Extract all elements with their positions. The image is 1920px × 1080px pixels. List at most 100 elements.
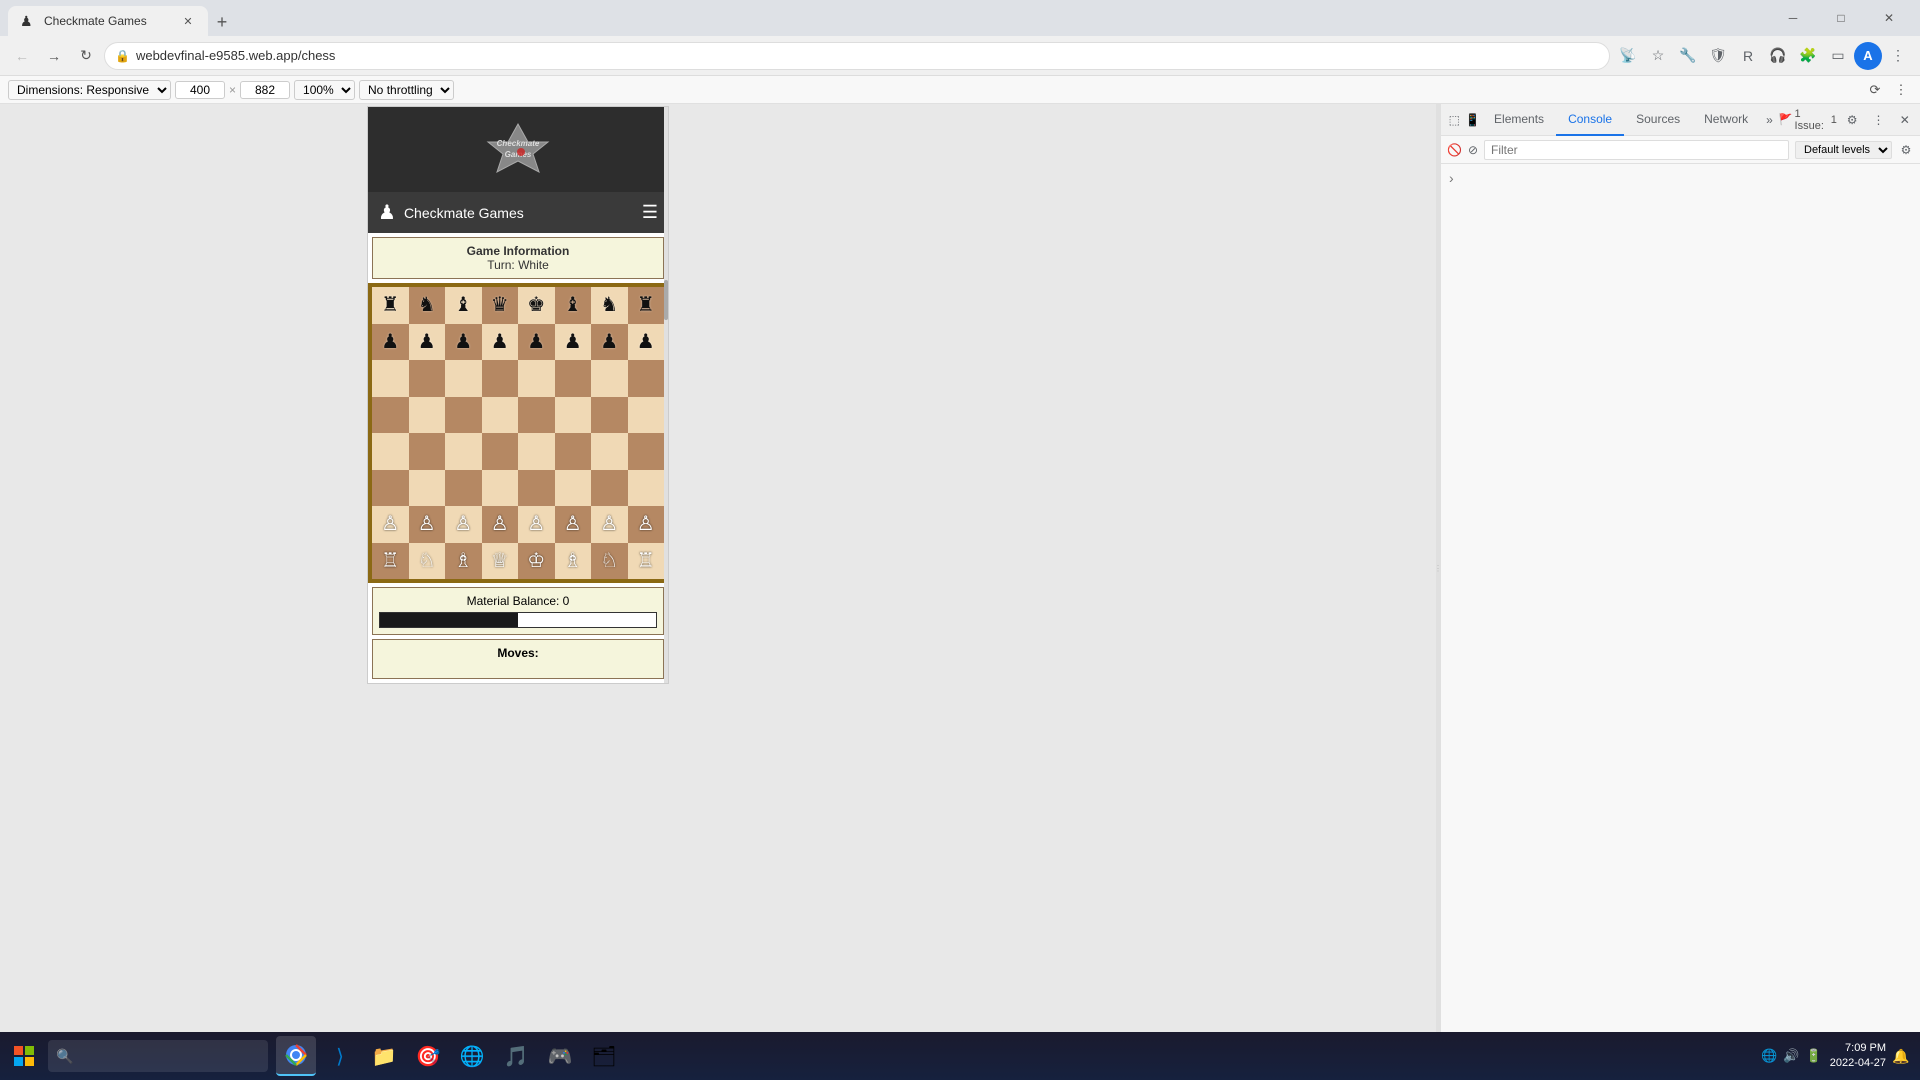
hamburger-menu[interactable]: ☰: [642, 202, 658, 223]
address-bar[interactable]: 🔒 webdevfinal-e9585.web.app/chess: [104, 42, 1610, 70]
chess-square[interactable]: [445, 433, 482, 470]
chess-square[interactable]: ♟: [628, 324, 665, 361]
device-toolbar-button[interactable]: 📱: [1464, 108, 1483, 132]
chess-square[interactable]: ♗: [555, 543, 592, 580]
clear-console-icon[interactable]: 🚫: [1447, 143, 1462, 157]
network-icon[interactable]: 🌐: [1761, 1048, 1777, 1064]
chess-square[interactable]: ♞: [409, 287, 446, 324]
chess-square[interactable]: [628, 360, 665, 397]
chess-square[interactable]: [445, 470, 482, 507]
taskbar-app4[interactable]: 🎯: [408, 1036, 448, 1076]
chess-square[interactable]: [372, 433, 409, 470]
menu-button[interactable]: ⋮: [1884, 42, 1912, 70]
mobile-scrollbar-thumb[interactable]: [664, 280, 668, 320]
chess-square[interactable]: ♕: [482, 543, 519, 580]
mobile-scrollbar[interactable]: [664, 107, 668, 683]
chess-square[interactable]: ♖: [628, 543, 665, 580]
chess-square[interactable]: ♗: [445, 543, 482, 580]
chess-square[interactable]: [555, 360, 592, 397]
chess-square[interactable]: [445, 360, 482, 397]
chess-square[interactable]: ♟: [518, 324, 555, 361]
notification-button[interactable]: 🔔: [1894, 1049, 1908, 1063]
chess-square[interactable]: ♝: [445, 287, 482, 324]
chess-square[interactable]: ♛: [482, 287, 519, 324]
chess-square[interactable]: [482, 360, 519, 397]
chess-square[interactable]: ♖: [372, 543, 409, 580]
reload-button[interactable]: ↻: [72, 42, 100, 70]
issues-gear-icon[interactable]: ⚙: [1898, 142, 1914, 158]
chess-square[interactable]: [518, 433, 555, 470]
back-button[interactable]: ←: [8, 42, 36, 70]
chess-square[interactable]: [409, 360, 446, 397]
chess-square[interactable]: [628, 470, 665, 507]
chess-square[interactable]: [591, 433, 628, 470]
height-input[interactable]: [240, 81, 290, 99]
chess-square[interactable]: [518, 360, 555, 397]
extension3-button[interactable]: R: [1734, 42, 1762, 70]
chess-square[interactable]: [628, 433, 665, 470]
width-input[interactable]: [175, 81, 225, 99]
chess-square[interactable]: ♙: [555, 506, 592, 543]
chess-square[interactable]: [555, 470, 592, 507]
chess-square[interactable]: ♘: [591, 543, 628, 580]
chess-square[interactable]: [628, 397, 665, 434]
chess-square[interactable]: ♙: [445, 506, 482, 543]
chess-square[interactable]: [518, 470, 555, 507]
dimensions-select[interactable]: Dimensions: Responsive: [8, 80, 171, 100]
tab-network[interactable]: Network: [1692, 104, 1760, 136]
extension4-button[interactable]: 🎧: [1764, 42, 1792, 70]
taskbar-chrome-app[interactable]: [276, 1036, 316, 1076]
taskbar-app5[interactable]: 🌐: [452, 1036, 492, 1076]
extensions-button[interactable]: 🧩: [1794, 42, 1822, 70]
chess-square[interactable]: [591, 360, 628, 397]
extension1-button[interactable]: 🔧: [1674, 42, 1702, 70]
zoom-select[interactable]: 100%: [294, 80, 355, 100]
chess-square[interactable]: ♚: [518, 287, 555, 324]
chess-square[interactable]: [445, 397, 482, 434]
volume-icon[interactable]: 🔊: [1783, 1048, 1799, 1064]
tab-close-button[interactable]: ✕: [180, 13, 196, 29]
default-levels-select[interactable]: Default levels: [1795, 141, 1892, 159]
close-button[interactable]: ✕: [1866, 0, 1912, 36]
battery-icon[interactable]: 🔋: [1806, 1048, 1822, 1064]
chess-square[interactable]: ♔: [518, 543, 555, 580]
more-tabs-button[interactable]: »: [1760, 113, 1779, 127]
chess-square[interactable]: [591, 470, 628, 507]
chess-board[interactable]: ♜♞♝♛♚♝♞♜♟♟♟♟♟♟♟♟♙♙♙♙♙♙♙♙♖♘♗♕♔♗♘♖: [372, 287, 664, 579]
minimize-button[interactable]: ─: [1770, 0, 1816, 36]
new-tab-button[interactable]: +: [208, 8, 236, 36]
chess-square[interactable]: ♟: [591, 324, 628, 361]
sidebar-button[interactable]: ▭: [1824, 42, 1852, 70]
taskbar-app7[interactable]: 🎮: [540, 1036, 580, 1076]
chess-square[interactable]: ♙: [591, 506, 628, 543]
chess-square[interactable]: [409, 433, 446, 470]
chess-square[interactable]: [372, 470, 409, 507]
chess-square[interactable]: ♞: [591, 287, 628, 324]
chess-square[interactable]: [555, 433, 592, 470]
chess-square[interactable]: ♙: [409, 506, 446, 543]
devtools-more-button[interactable]: ⋮: [1867, 108, 1889, 132]
chess-square[interactable]: ♟: [482, 324, 519, 361]
chess-square[interactable]: [372, 397, 409, 434]
start-button[interactable]: [4, 1036, 44, 1076]
chess-square[interactable]: ♙: [482, 506, 519, 543]
bookmark-button[interactable]: ☆: [1644, 42, 1672, 70]
chess-square[interactable]: ♟: [555, 324, 592, 361]
chess-square[interactable]: ♟: [372, 324, 409, 361]
chess-square[interactable]: [591, 397, 628, 434]
taskbar-spotify-app[interactable]: 🎵: [496, 1036, 536, 1076]
chess-square[interactable]: ♙: [372, 506, 409, 543]
chess-square[interactable]: [482, 470, 519, 507]
cast-button[interactable]: 📡: [1614, 42, 1642, 70]
taskbar-clock[interactable]: 7:09 PM 2022-04-27: [1830, 1041, 1886, 1072]
chess-square[interactable]: [372, 360, 409, 397]
tab-console[interactable]: Console: [1556, 104, 1624, 136]
chess-square[interactable]: [518, 397, 555, 434]
tab-sources[interactable]: Sources: [1624, 104, 1692, 136]
profile-button[interactable]: A: [1854, 42, 1882, 70]
extension2-button[interactable]: 🛡: [1704, 42, 1732, 70]
throttle-select[interactable]: No throttling: [359, 80, 454, 100]
inspect-element-button[interactable]: ⬚: [1445, 108, 1464, 132]
devtools-settings-button[interactable]: ⚙: [1841, 108, 1863, 132]
filter-toggle-icon[interactable]: ⊘: [1468, 143, 1478, 157]
